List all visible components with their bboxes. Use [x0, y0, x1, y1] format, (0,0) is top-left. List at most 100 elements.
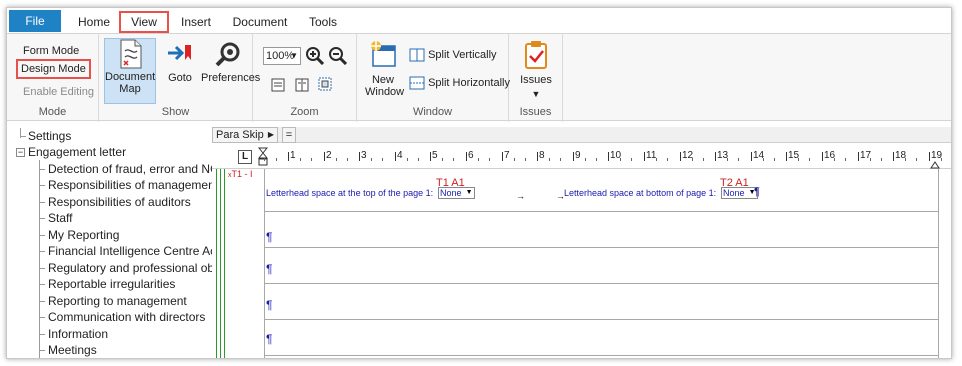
tree-item-meetings[interactable]: Meetings [48, 342, 97, 358]
tree-item-communication-directors[interactable]: Communication with directors [48, 309, 205, 325]
letterhead-top-select[interactable]: None ▼ [438, 187, 475, 199]
ruler-minor-tick [941, 158, 942, 161]
ruler-minor-tick [656, 158, 657, 161]
pilcrow-mark: ¶ [266, 230, 273, 244]
ruler-minor-tick [489, 158, 490, 161]
tree-connector [39, 350, 45, 351]
tree-item-settings[interactable]: Settings [28, 128, 71, 144]
collapse-icon[interactable]: − [16, 148, 25, 157]
document-canvas[interactable]: xT1 - I T1 A1 T2 A1 Letterhead space at … [212, 169, 951, 358]
document-map-label-2: Map [119, 83, 141, 95]
row-marker: xT1 - I [228, 169, 253, 179]
zoom-level-select[interactable]: 100% ▼ [263, 47, 301, 65]
design-mode-button[interactable]: Design Mode [16, 59, 91, 79]
ruler-minor-tick [347, 158, 348, 161]
ruler-minor-tick [809, 158, 810, 161]
tab-file[interactable]: File [9, 10, 61, 32]
ruler-minor-tick [418, 158, 419, 161]
tab-stop-selector[interactable]: L [238, 150, 252, 164]
ruler-minor-tick [276, 158, 277, 161]
ruler-minor-tick [774, 158, 775, 161]
tab-document[interactable]: Document [227, 11, 293, 33]
document-map-button[interactable]: Document Map [104, 38, 156, 104]
paragraph-row[interactable]: ¶ [264, 212, 938, 248]
ruler-minor-tick [870, 158, 871, 161]
paragraph-row[interactable]: ¶ [264, 320, 938, 356]
tree-connector [39, 317, 45, 318]
window-group: New Window Split Vertically Split Horizo… [357, 34, 510, 122]
tree-item-responsibilities-management[interactable]: Responsibilities of management [48, 177, 213, 193]
ruler-tick-label: 8 [539, 150, 545, 161]
goto-button[interactable]: Goto [165, 42, 195, 84]
ruler-tick-label: 1 [290, 150, 296, 161]
zoom-out-icon[interactable] [329, 47, 347, 65]
ribbon: Form Mode Design Mode Enable Editing Mod… [7, 33, 951, 122]
goto-label: Goto [168, 72, 192, 84]
ruler-minor-tick [371, 158, 372, 161]
letterhead-bottom-text: Letterhead space at bottom of page 1: [564, 188, 717, 198]
tree-item-reporting-management[interactable]: Reporting to management [48, 293, 187, 309]
tree-connector [39, 235, 45, 236]
tree-item-engagement-letter[interactable]: Engagement letter [28, 144, 126, 160]
paragraph-row[interactable]: ¶ [264, 248, 938, 284]
paragraph-style-field[interactable]: Para Skip ▶ [212, 127, 278, 143]
tab-home[interactable]: Home [71, 11, 117, 33]
section-marker-line [216, 169, 217, 358]
ruler-minor-tick [300, 158, 301, 161]
ruler-minor-tick [442, 158, 443, 161]
ruler-minor-tick [311, 158, 312, 161]
new-window-icon [371, 41, 396, 67]
new-window-label-2: Window [365, 86, 405, 98]
two-pages-icon[interactable] [295, 78, 309, 92]
tab-arrow-icon: → [516, 191, 525, 201]
ruler-minor-tick [703, 158, 704, 161]
ruler-major-tick [786, 152, 787, 161]
indent-marker-icon[interactable] [258, 147, 268, 169]
enable-editing-button[interactable]: Enable Editing [23, 86, 94, 98]
show-group-label: Show [161, 106, 190, 118]
ruler-major-tick [466, 152, 467, 161]
preferences-button[interactable]: Preferences [201, 42, 261, 84]
ruler-tick-label: 6 [468, 150, 474, 161]
tree-item-information[interactable]: Information [48, 326, 108, 342]
mode-group-label: Mode [38, 106, 67, 118]
whole-page-icon[interactable] [317, 76, 333, 92]
tree-item-regulatory[interactable]: Regulatory and professional oblig [48, 260, 213, 276]
preferences-label: Preferences [201, 72, 261, 84]
issues-button[interactable]: Issues ▼ [517, 40, 555, 100]
ruler-tick-label: 3 [361, 150, 367, 161]
ruler-minor-tick [905, 158, 906, 161]
tree-item-my-reporting[interactable]: My Reporting [48, 227, 119, 243]
split-vertical-icon [409, 48, 425, 62]
issues-group-label: Issues [519, 106, 552, 118]
tab-view[interactable]: View [119, 11, 169, 33]
show-group: Document Map Goto Preferences Show [99, 34, 261, 122]
document-map-tree: Settings − Engagement letter Detection o… [15, 128, 213, 358]
clipboard-check-icon [525, 41, 547, 69]
new-window-button[interactable]: New Window [365, 40, 405, 98]
tree-item-reportable-irregularities[interactable]: Reportable irregularities [48, 276, 175, 292]
page-width-icon[interactable] [271, 78, 285, 92]
letterhead-bottom-select[interactable]: None ▼ [721, 187, 758, 199]
tree-item-responsibilities-auditors[interactable]: Responsibilities of auditors [48, 194, 191, 210]
split-vertically-button[interactable]: Split Vertically [409, 48, 497, 62]
right-indent-marker-icon[interactable] [930, 161, 940, 169]
equals-button[interactable]: = [282, 127, 296, 143]
form-mode-button[interactable]: Form Mode [23, 45, 79, 57]
ruler-tick-label: 11 [646, 150, 657, 161]
ruler-minor-tick [727, 158, 728, 161]
chevron-down-icon: ▼ [465, 189, 473, 196]
zoom-in-icon[interactable] [306, 47, 324, 65]
tree-item-financial-intelligence[interactable]: Financial Intelligence Centre Act, [48, 243, 213, 259]
split-vertically-label: Split Vertically [428, 48, 497, 61]
tree-item-detection-of-fraud[interactable]: Detection of fraud, error and NOC [48, 161, 213, 177]
paragraph-row[interactable]: ¶ [264, 284, 938, 320]
issues-group: Issues ▼ Issues [509, 34, 563, 122]
tab-insert[interactable]: Insert [173, 11, 219, 33]
tab-tools[interactable]: Tools [303, 11, 343, 33]
tree-item-staff[interactable]: Staff [48, 210, 72, 226]
ribbon-tab-bar: File Home View Insert Document Tools [7, 8, 951, 33]
split-horizontally-button[interactable]: Split Horizontally [409, 76, 510, 90]
ruler-minor-tick [514, 158, 515, 161]
ruler-major-tick [929, 152, 930, 161]
